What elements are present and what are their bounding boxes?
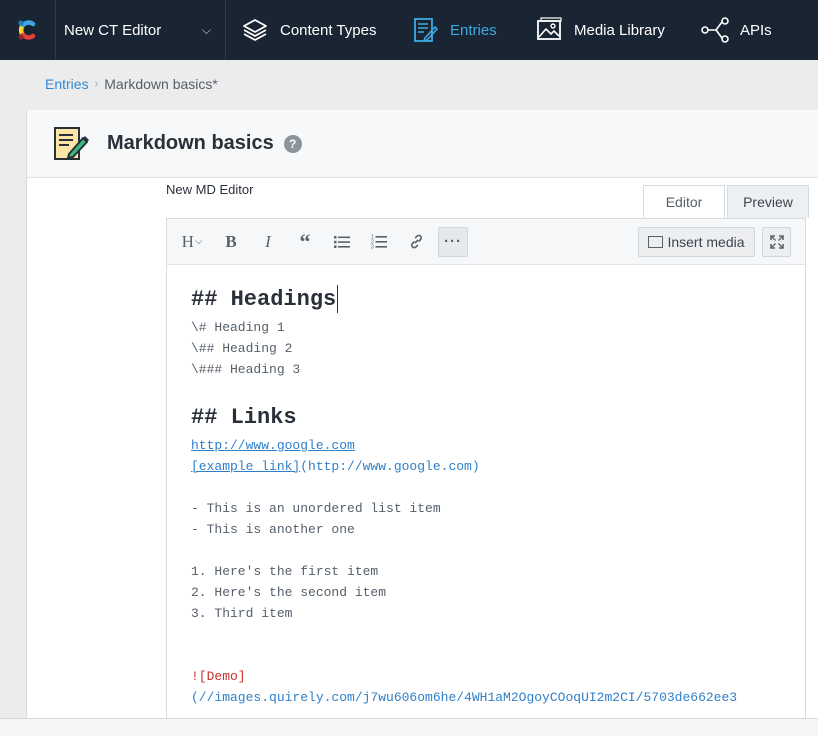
fullscreen-button[interactable] bbox=[762, 227, 791, 257]
nav-apis-label: APIs bbox=[740, 21, 772, 39]
ordered-list-icon: 1 2 3 bbox=[371, 235, 387, 250]
space-selector[interactable]: New CT Editor ⌵ bbox=[56, 0, 226, 60]
image-url: (//images.quirely.com/j7wu606om6he/4WH1a… bbox=[191, 690, 738, 705]
nav-media-library-label: Media Library bbox=[574, 21, 665, 39]
image-alt-text: ![Demo] bbox=[191, 669, 246, 684]
markdown-heading: ## Headings bbox=[191, 283, 805, 317]
breadcrumb-entries-link[interactable]: Entries bbox=[45, 76, 89, 92]
markdown-line: \# Heading 1 bbox=[191, 320, 285, 335]
expand-icon bbox=[769, 235, 784, 249]
help-icon[interactable]: ? bbox=[283, 134, 302, 153]
markdown-line: 1. Here's the first item bbox=[191, 564, 379, 579]
nav-apis[interactable]: APIs bbox=[686, 0, 772, 60]
quote-icon: “ bbox=[299, 228, 311, 254]
nav-content-types-label: Content Types bbox=[280, 21, 377, 39]
markdown-line: 2. Here's the second item bbox=[191, 585, 387, 600]
markdown-heading: ## Links bbox=[191, 405, 297, 430]
bottom-bar bbox=[0, 718, 818, 736]
nav-entries-label: Entries bbox=[450, 21, 497, 39]
markdown-editor: H ⌵ B I “ 1 2 3 ··· Insert media ## Head… bbox=[166, 218, 806, 736]
entries-icon bbox=[410, 15, 440, 45]
entry-document-icon bbox=[54, 126, 89, 160]
breadcrumb-current: Markdown basics* bbox=[104, 76, 218, 92]
unordered-list-button[interactable] bbox=[327, 227, 357, 257]
breadcrumb: Entries › Markdown basics* bbox=[45, 76, 218, 92]
chevron-down-icon: ⌵ bbox=[194, 236, 203, 247]
svg-text:3: 3 bbox=[371, 245, 374, 250]
more-options-button[interactable]: ··· bbox=[438, 226, 468, 257]
field-label: New MD Editor bbox=[166, 182, 254, 197]
chevron-down-icon: ⌵ bbox=[201, 22, 211, 37]
heading-button[interactable]: H ⌵ bbox=[175, 227, 209, 257]
nav-content-types[interactable]: Content Types bbox=[226, 0, 396, 60]
tab-editor[interactable]: Editor bbox=[643, 185, 725, 218]
image-icon bbox=[534, 15, 564, 45]
insert-media-button[interactable]: Insert media bbox=[638, 227, 755, 257]
editor-tabs: Editor Preview bbox=[643, 185, 809, 218]
link-url: (http://www.google.com) bbox=[300, 459, 480, 474]
quote-button[interactable]: “ bbox=[290, 227, 320, 257]
markdown-content[interactable]: ## Headings \# Heading 1 \## Heading 2 \… bbox=[167, 265, 805, 708]
tab-preview[interactable]: Preview bbox=[727, 185, 809, 218]
nav-media-library[interactable]: Media Library bbox=[520, 0, 686, 60]
heading-label: H bbox=[181, 231, 194, 251]
top-navigation: New CT Editor ⌵ Content Types Entries Me… bbox=[0, 0, 818, 60]
ordered-list-button[interactable]: 1 2 3 bbox=[364, 227, 394, 257]
link-button[interactable] bbox=[401, 227, 431, 257]
heading-text: ## Headings bbox=[191, 287, 337, 312]
insert-media-label: Insert media bbox=[667, 234, 745, 250]
layers-icon bbox=[240, 15, 270, 45]
breadcrumb-separator-icon: › bbox=[94, 78, 99, 90]
italic-button[interactable]: I bbox=[253, 227, 283, 257]
text-cursor bbox=[337, 285, 339, 314]
url-link[interactable]: http://www.google.com bbox=[191, 438, 355, 453]
api-icon bbox=[700, 15, 730, 45]
entry-editor-panel: Markdown basics ? New MD Editor Editor P… bbox=[26, 110, 818, 736]
space-name: New CT Editor bbox=[64, 21, 162, 39]
markdown-toolbar: H ⌵ B I “ 1 2 3 ··· Insert media bbox=[167, 219, 805, 265]
markdown-line: - This is another one bbox=[191, 522, 355, 537]
link-text[interactable]: [example link] bbox=[191, 459, 300, 474]
unordered-list-icon bbox=[334, 235, 350, 248]
nav-entries[interactable]: Entries bbox=[396, 0, 520, 60]
logo-icon bbox=[17, 20, 35, 40]
image-icon bbox=[648, 236, 664, 248]
contentful-logo[interactable] bbox=[0, 0, 56, 60]
entry-header: Markdown basics ? bbox=[27, 110, 818, 178]
markdown-line: 3. Third item bbox=[191, 606, 293, 621]
bold-button[interactable]: B bbox=[216, 227, 246, 257]
link-icon bbox=[410, 234, 422, 249]
markdown-line: - This is an unordered list item bbox=[191, 501, 441, 516]
entry-title: Markdown basics bbox=[107, 132, 274, 154]
markdown-line: [example link](http://www.google.com) bbox=[191, 456, 805, 477]
markdown-line: \### Heading 3 bbox=[191, 362, 301, 377]
markdown-line: \## Heading 2 bbox=[191, 341, 293, 356]
markdown-line: http://www.google.com bbox=[191, 435, 805, 456]
